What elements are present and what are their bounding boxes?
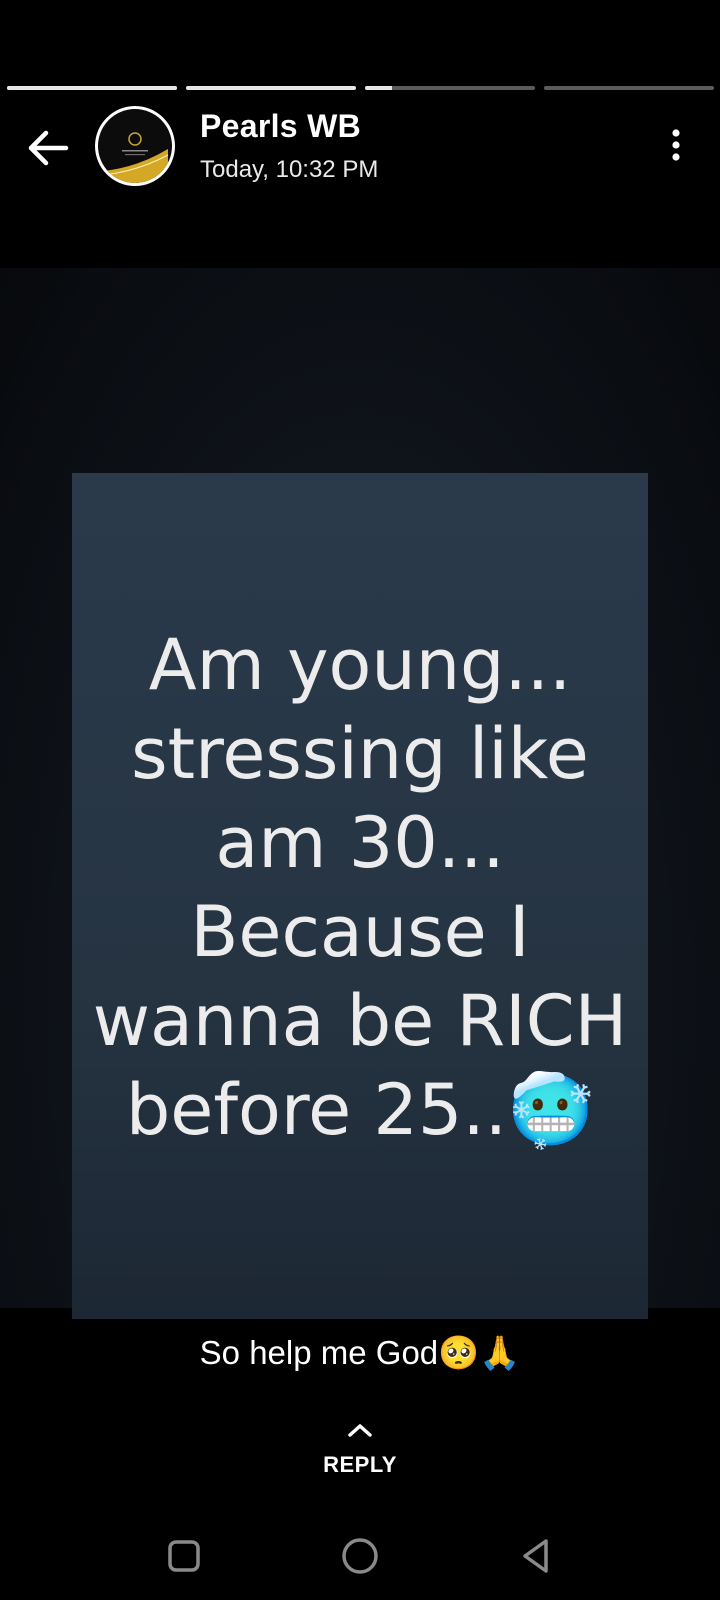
more-options-button[interactable] [656,126,696,166]
reply-button[interactable]: REPLY [0,1452,720,1478]
progress-segment [7,86,177,90]
back-button[interactable] [20,120,76,176]
progress-segment [544,86,714,90]
story-timestamp: Today, 10:32 PM [200,156,379,183]
progress-segment [365,86,535,90]
logo-icon [98,132,169,183]
quote-card: Am young... stressing like am 30... Beca… [72,473,648,1319]
quote-text: Am young... stressing like am 30... Beca… [92,624,628,1151]
triangle-back-icon [523,1539,548,1573]
arrow-left-icon [28,130,69,166]
more-vertical-icon [672,129,680,161]
recents-button[interactable] [160,1532,208,1580]
circle-icon [342,1538,378,1574]
story-progress-bar [7,86,714,90]
story-caption: So help me God🥺🙏 [199,1334,521,1371]
chevron-up-icon[interactable] [345,1420,375,1440]
system-nav-bar [0,1520,720,1590]
avatar[interactable] [95,106,175,186]
square-icon [168,1540,200,1572]
contact-name: Pearls WB [200,108,361,144]
progress-segment [186,86,356,90]
home-button[interactable] [336,1532,384,1580]
system-back-button[interactable] [512,1532,560,1580]
